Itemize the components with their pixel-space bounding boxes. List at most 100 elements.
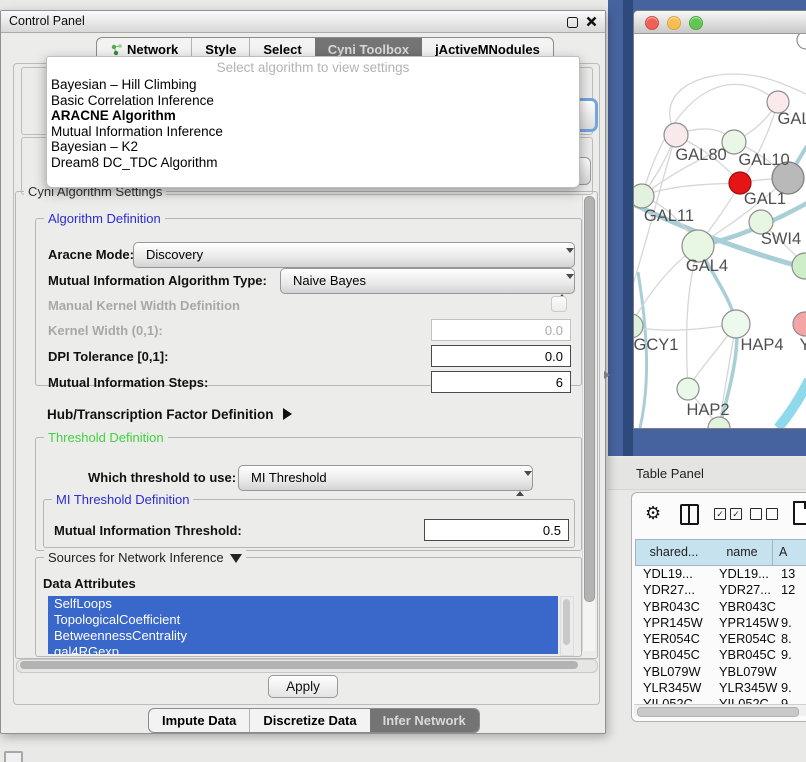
- table-scrollbar-thumb[interactable]: [637, 707, 799, 717]
- list-item[interactable]: TopologicalCoefficient: [48, 612, 558, 628]
- list-item[interactable]: SelfLoops: [48, 596, 558, 612]
- popup-item-bayesian-k2[interactable]: Bayesian – K2: [47, 139, 579, 155]
- close-icon[interactable]: [586, 16, 597, 27]
- node-gcy1[interactable]: [634, 314, 643, 338]
- svg-text:GAL10: GAL10: [738, 151, 789, 169]
- settings-scrollbar-thumb[interactable]: [584, 196, 595, 602]
- node-hap2[interactable]: [677, 378, 699, 400]
- unselect-checkbox-icon-2[interactable]: [766, 508, 778, 520]
- combo-value: Naive Bayes: [293, 273, 366, 288]
- which-threshold-label: Which threshold to use:: [88, 465, 236, 491]
- tab-label: Discretize Data: [263, 709, 356, 732]
- settings-horizontal-scrollbar[interactable]: [16, 659, 598, 673]
- network-window-titlebar[interactable]: [634, 11, 806, 34]
- zoom-traffic-light-icon[interactable]: [689, 16, 703, 30]
- minimize-traffic-light-icon[interactable]: [667, 16, 681, 30]
- select-all-checkbox-icon[interactable]: ✓: [714, 508, 726, 520]
- svg-text:GAL11: GAL11: [644, 207, 694, 225]
- mi-threshold-label: Mutual Information Threshold:: [54, 519, 242, 543]
- table-panel-header: Table Panel: [608, 458, 806, 490]
- node-cut-top[interactable]: [797, 34, 806, 49]
- table-panel-card: ⚙ ✓ ✓ shared... name A YDL19... YDL19...…: [631, 492, 806, 722]
- columns-icon[interactable]: [680, 504, 699, 525]
- list-item[interactable]: BetweennessCentrality: [48, 628, 558, 644]
- sources-group-title[interactable]: Sources for Network Inference: [44, 550, 246, 565]
- table-row[interactable]: YBR043C YBR043C: [635, 599, 806, 615]
- cell: YBR045C: [643, 647, 715, 663]
- control-panel-titlebar[interactable]: Control Panel: [1, 11, 605, 33]
- mi-algorithm-type-combo[interactable]: Naive Bayes: [280, 268, 575, 294]
- list-item[interactable]: gal4RGexp: [48, 644, 558, 654]
- table-row[interactable]: YDR27... YDR27... 12: [635, 582, 806, 598]
- cell: YLR345W: [719, 680, 777, 696]
- node-gal80[interactable]: [664, 123, 688, 147]
- float-window-icon[interactable]: [567, 17, 578, 28]
- column-header-name[interactable]: name: [712, 539, 773, 566]
- cell: YBL079W: [643, 664, 715, 680]
- table-row[interactable]: YDL19... YDL19... 13: [635, 566, 806, 582]
- popup-item-mutual-information[interactable]: Mutual Information Inference: [47, 124, 579, 140]
- data-attributes-list[interactable]: SelfLoops TopologicalCoefficient Between…: [48, 596, 558, 654]
- popup-item-bayesian-hill-climbing[interactable]: Bayesian – Hill Climbing: [47, 77, 579, 93]
- cell: 9.: [781, 647, 806, 663]
- table-horizontal-scrollbar[interactable]: [634, 704, 806, 716]
- svg-text:GAL80: GAL80: [675, 146, 726, 164]
- minimized-panel-icon[interactable]: [4, 751, 23, 762]
- table-row[interactable]: YBR045C YBR045C 9.: [635, 647, 806, 663]
- cyni-bottom-tabbar: Impute Data Discretize Data Infer Networ…: [148, 708, 480, 733]
- table-row[interactable]: YER054C YER054C 8.: [635, 631, 806, 647]
- table-header-row: shared... name A: [635, 539, 806, 566]
- hub-definition-expander[interactable]: Hub/Transcription Factor Definition: [47, 404, 292, 424]
- expand-right-icon: [283, 408, 292, 420]
- svg-text:Y: Y: [799, 336, 806, 354]
- unselect-checkbox-icon[interactable]: [750, 508, 762, 520]
- tab-label: Infer Network: [383, 709, 466, 732]
- node-pink-right[interactable]: [793, 312, 806, 336]
- node-gal11[interactable]: [634, 184, 654, 208]
- control-panel-title: Control Panel: [9, 11, 85, 32]
- data-attributes-label: Data Attributes: [43, 576, 136, 591]
- network-canvas[interactable]: GAL GAL80 GAL10 GAL1 GAL11 SWI4 GAL4 GCY…: [634, 34, 806, 428]
- node-cut-right[interactable]: [792, 253, 806, 279]
- cell: YER054C: [643, 631, 715, 647]
- gear-icon[interactable]: ⚙: [645, 502, 661, 524]
- popup-item-basic-correlation[interactable]: Basic Correlation Inference: [47, 93, 579, 109]
- column-header-cut[interactable]: A: [773, 539, 806, 566]
- tab-discretize-data[interactable]: Discretize Data: [249, 709, 369, 732]
- tab-impute-data[interactable]: Impute Data: [149, 709, 249, 732]
- kernel-width-field[interactable]: 0.0: [431, 319, 571, 341]
- column-header-shared-name[interactable]: shared...: [635, 539, 713, 566]
- svg-text:HAP4: HAP4: [740, 336, 783, 354]
- settings-vertical-scrollbar[interactable]: [582, 195, 595, 651]
- cell: 12: [781, 582, 806, 598]
- aracne-mode-combo[interactable]: Discovery: [133, 242, 575, 268]
- network-window: GAL GAL80 GAL10 GAL1 GAL11 SWI4 GAL4 GCY…: [633, 10, 806, 429]
- export-table-icon[interactable]: [793, 501, 806, 525]
- mi-threshold-field[interactable]: 0.5: [424, 519, 569, 541]
- hub-definition-label: Hub/Transcription Factor Definition: [47, 407, 274, 422]
- manual-kernel-width-checkbox[interactable]: [551, 296, 567, 312]
- apply-button[interactable]: Apply: [268, 675, 338, 698]
- group-title: Algorithm Definition: [44, 211, 165, 226]
- node-hap4[interactable]: [722, 310, 750, 338]
- attributes-list-scrollbar[interactable]: [560, 596, 574, 656]
- tab-infer-network[interactable]: Infer Network: [370, 709, 479, 732]
- popup-item-aracne[interactable]: ARACNE Algorithm: [47, 108, 579, 124]
- table-row[interactable]: YPR145W YPR145W 9.: [635, 615, 806, 631]
- select-all-checkbox-icon-2[interactable]: ✓: [730, 508, 742, 520]
- table-row[interactable]: YLR345W YLR345W 9.: [635, 680, 806, 696]
- horizontal-scrollbar-thumb[interactable]: [20, 661, 578, 669]
- cell: YDR27...: [643, 582, 715, 598]
- which-threshold-combo[interactable]: MI Threshold: [238, 465, 533, 491]
- mi-steps-field[interactable]: 6: [431, 371, 571, 393]
- algorithm-dropdown-popup: Select algorithm to view settings Bayesi…: [46, 56, 580, 188]
- table-row[interactable]: YBL079W YBL079W: [635, 664, 806, 680]
- cell: 8.: [781, 631, 806, 647]
- dpi-tolerance-field[interactable]: 0.0: [431, 345, 571, 367]
- close-traffic-light-icon[interactable]: [645, 16, 659, 30]
- network-view-panel: GAL GAL80 GAL10 GAL1 GAL11 SWI4 GAL4 GCY…: [608, 0, 806, 456]
- cell: [781, 664, 806, 680]
- popup-item-dream8[interactable]: Dream8 DC_TDC Algorithm: [47, 155, 579, 171]
- attributes-scrollbar-thumb[interactable]: [563, 599, 570, 645]
- combo-value: MI Threshold: [251, 470, 327, 485]
